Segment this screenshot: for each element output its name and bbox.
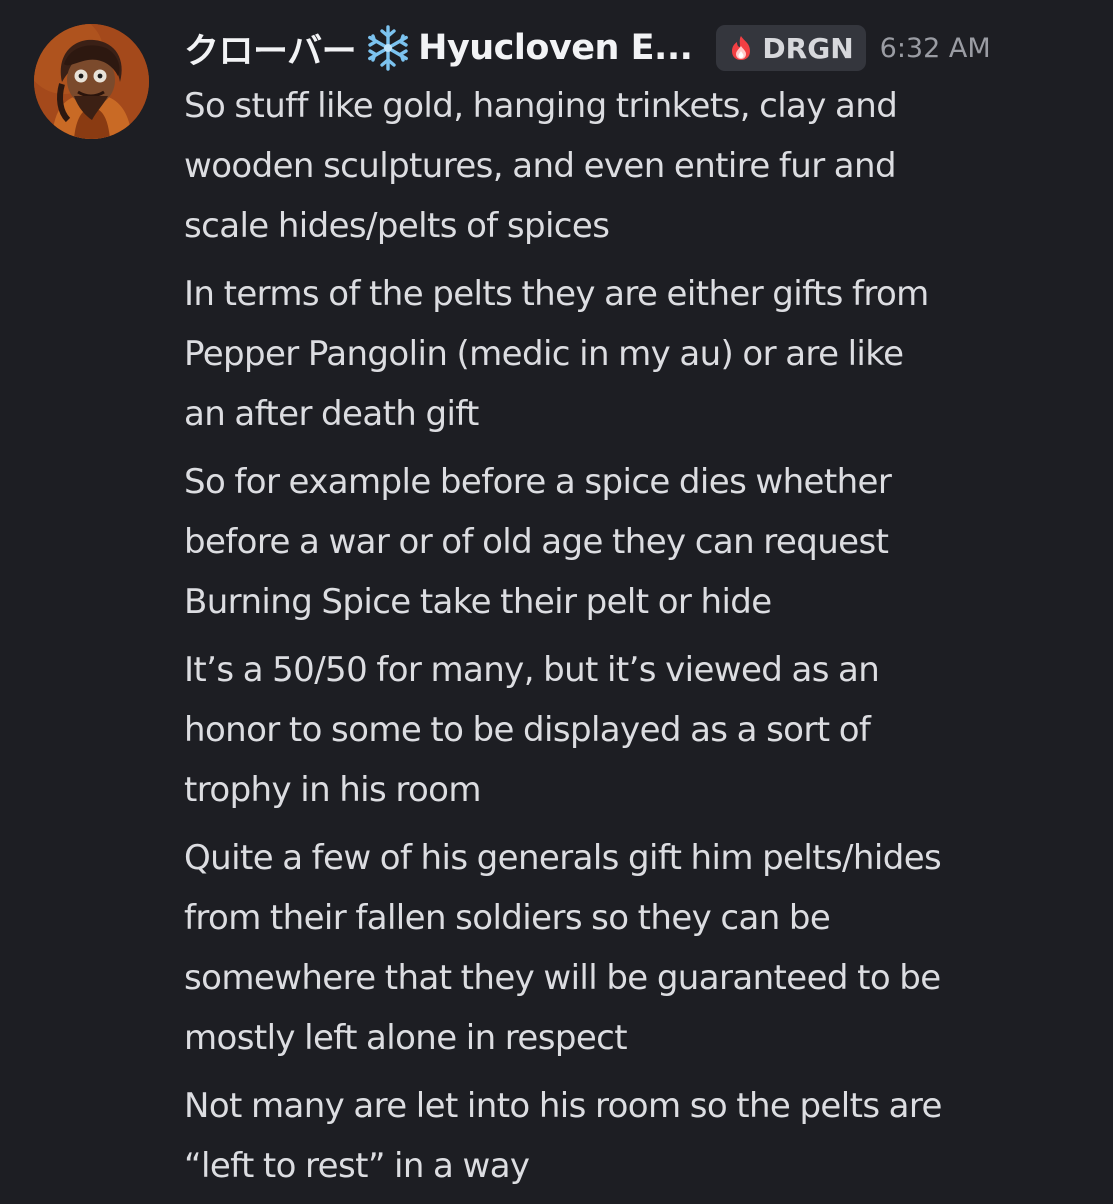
message-line: Quite a few of his generals gift him pel… — [184, 838, 942, 878]
tag-label: DRGN — [762, 31, 854, 65]
message-line: In terms of the pelts they are either gi… — [184, 274, 929, 314]
message-header: クローバー Hyucloven E... DRGN 6:32 AM — [184, 22, 991, 74]
message-line: honor to some to be displayed as a sort … — [184, 710, 871, 750]
message-line: an after death gift — [184, 394, 479, 434]
message-text[interactable]: Not many are let into his room so the pe… — [184, 1076, 1089, 1196]
author-name[interactable]: クローバー — [184, 23, 357, 74]
message-line: Pepper Pangolin (medic in my au) or are … — [184, 334, 904, 374]
message-line: It’s a 50/50 for many, but it’s viewed a… — [184, 650, 880, 690]
message-text[interactable]: In terms of the pelts they are either gi… — [184, 264, 1089, 444]
character-avatar-icon — [34, 24, 149, 139]
message-line: wooden sculptures, and even entire fur a… — [184, 146, 897, 186]
message-line: before a war or of old age they can requ… — [184, 522, 889, 562]
message-line: Burning Spice take their pelt or hide — [184, 582, 772, 622]
author-name-suffix[interactable]: Hyucloven E... — [418, 28, 693, 68]
message-text[interactable]: So for example before a spice dies wheth… — [184, 452, 1089, 632]
message-line: “left to rest” in a way — [184, 1146, 530, 1186]
message-line: trophy in his room — [184, 770, 482, 810]
message-line: somewhere that they will be guaranteed t… — [184, 958, 941, 998]
message-line: mostly left alone in respect — [184, 1018, 628, 1058]
author-avatar[interactable] — [34, 24, 149, 139]
message-line: from their fallen soldiers so they can b… — [184, 898, 831, 938]
message-text[interactable]: Quite a few of his generals gift him pel… — [184, 828, 1089, 1068]
message-line: Not many are let into his room so the pe… — [184, 1086, 942, 1126]
message-timestamp[interactable]: 6:32 AM — [880, 33, 991, 64]
message-text[interactable]: It’s a 50/50 for many, but it’s viewed a… — [184, 640, 1089, 820]
message-text[interactable]: So stuff like gold, hanging trinkets, cl… — [184, 76, 1089, 256]
message-group: So stuff like gold, hanging trinkets, cl… — [184, 76, 1089, 1204]
fire-icon — [732, 36, 751, 60]
message-line: So stuff like gold, hanging trinkets, cl… — [184, 86, 898, 126]
message-line: scale hides/pelts of spices — [184, 206, 610, 246]
server-tag[interactable]: DRGN — [716, 25, 866, 71]
snowflake-icon — [364, 24, 412, 72]
message-line: So for example before a spice dies wheth… — [184, 462, 892, 502]
